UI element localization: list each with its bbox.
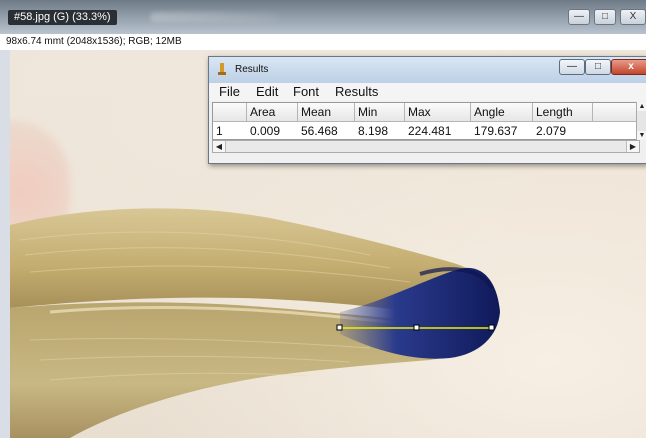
column-header-length[interactable]: Length — [533, 103, 593, 122]
scroll-left-icon[interactable]: ◀ — [213, 141, 226, 152]
close-icon: X — [629, 11, 637, 22]
column-header-mean[interactable]: Mean — [298, 103, 355, 122]
cell-length: 2.079 — [536, 124, 567, 138]
cell-area: 0.009 — [250, 124, 281, 138]
column-header-min[interactable]: Min — [355, 103, 405, 122]
image-minimize-button[interactable]: — — [568, 9, 590, 25]
cell-mean: 56.468 — [301, 124, 338, 138]
image-window-title: #58.jpg (G) (33.3%) — [8, 10, 117, 25]
horizontal-scrollbar[interactable]: ◀ ▶ — [212, 140, 640, 153]
close-icon: x — [628, 61, 634, 72]
cell-min: 8.198 — [358, 124, 389, 138]
results-maximize-button[interactable]: □ — [585, 59, 611, 75]
measurement-handle-mid — [413, 324, 420, 331]
maximize-icon: □ — [594, 61, 602, 72]
menu-results[interactable]: Results — [335, 84, 378, 99]
column-header-angle[interactable]: Angle — [471, 103, 533, 122]
cell-max: 224.481 — [408, 124, 452, 138]
column-header-empty — [593, 103, 639, 122]
scroll-right-icon[interactable]: ▶ — [626, 141, 639, 152]
results-menubar: File Edit Font Results — [209, 83, 646, 101]
image-maximize-button[interactable]: □ — [594, 9, 616, 25]
maximize-icon: □ — [601, 11, 609, 22]
blurred-background-text — [150, 12, 280, 22]
imagej-icon — [218, 63, 226, 75]
measurement-handle-start — [336, 324, 343, 331]
cell-angle: 179.637 — [474, 124, 518, 138]
scroll-down-icon[interactable]: ▼ — [637, 131, 646, 140]
results-titlebar[interactable]: Results — □ x — [209, 57, 646, 83]
image-info-bar: 98x6.74 mmt (2048x1536); RGB; 12MB — [0, 34, 646, 50]
scroll-up-icon[interactable]: ▲ — [637, 102, 646, 111]
menu-edit[interactable]: Edit — [256, 84, 278, 99]
menu-font[interactable]: Font — [293, 84, 319, 99]
vertical-scrollbar[interactable]: ▲ ▼ — [636, 102, 646, 140]
minimize-icon: — — [574, 11, 584, 22]
cell-index: 1 — [216, 124, 223, 138]
column-header-max[interactable]: Max — [405, 103, 471, 122]
results-title: Results — [235, 64, 269, 75]
results-window: Results — □ x File Edit Font Results Are… — [208, 56, 646, 164]
column-header-area[interactable]: Area — [247, 103, 298, 122]
measurement-handle-end — [488, 324, 495, 331]
results-minimize-button[interactable]: — — [559, 59, 585, 75]
menu-file[interactable]: File — [219, 84, 240, 99]
column-header-index[interactable] — [213, 103, 247, 122]
results-table[interactable]: Area Mean Min Max Angle Length 1 0.009 5… — [212, 102, 640, 140]
results-close-button[interactable]: x — [611, 59, 646, 75]
image-window-titlebar[interactable]: #58.jpg (G) (33.3%) — □ X — [0, 0, 646, 34]
minimize-icon: — — [567, 61, 577, 72]
image-close-button[interactable]: X — [620, 9, 646, 25]
